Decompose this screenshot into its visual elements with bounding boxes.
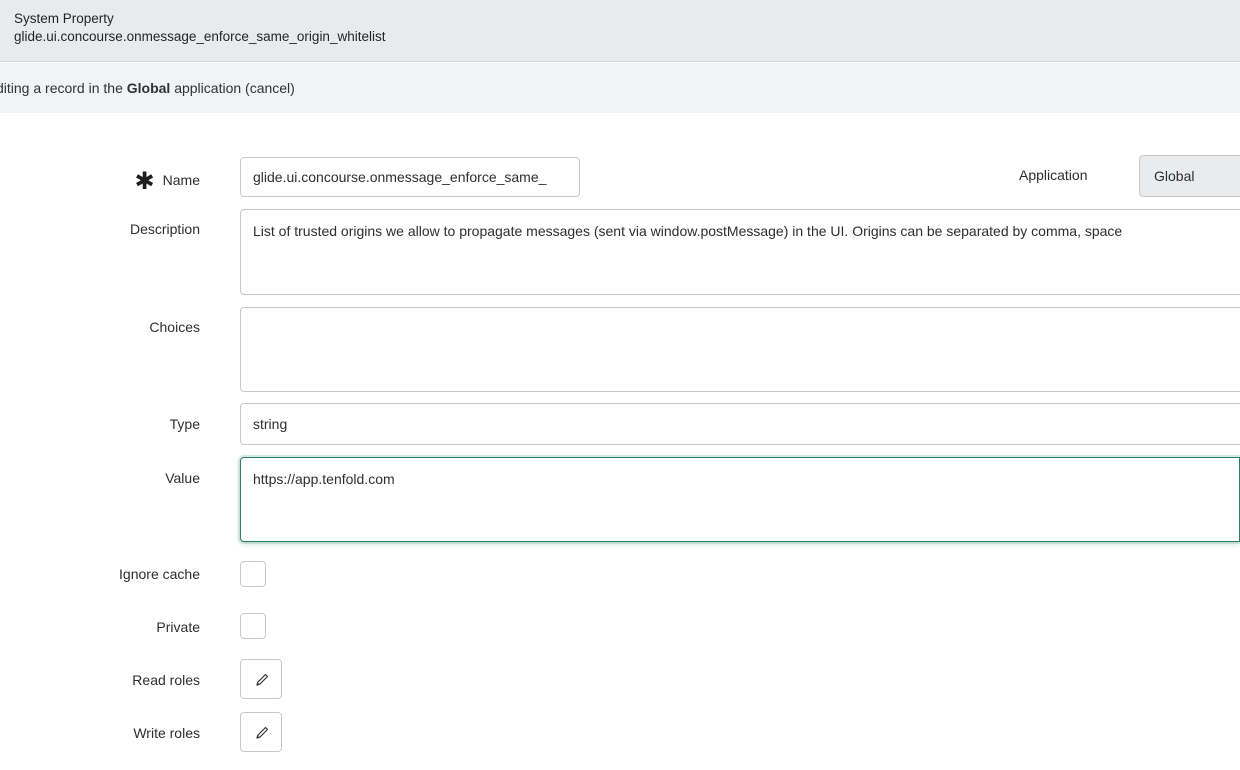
type-field[interactable]: string	[240, 403, 1240, 445]
application-field: Global	[1139, 155, 1240, 197]
record-name-subtitle: glide.ui.concourse.onmessage_enforce_sam…	[14, 29, 386, 44]
pencil-icon	[256, 673, 269, 686]
page-header: System Property glide.ui.concourse.onmes…	[0, 0, 1240, 62]
banner-app-name: Global	[126, 80, 171, 96]
read-roles-label: Read roles	[132, 672, 200, 688]
pencil-icon	[256, 726, 269, 739]
read-roles-edit-button[interactable]	[240, 659, 282, 699]
name-label-text: Name	[162, 172, 200, 188]
choices-textarea[interactable]	[240, 307, 1240, 392]
choices-label: Choices	[149, 319, 200, 335]
ignore-cache-checkbox[interactable]	[240, 561, 266, 587]
ignore-cache-label: Ignore cache	[119, 566, 200, 582]
private-checkbox[interactable]	[240, 613, 266, 639]
banner-prefix-text: diting a record in the	[0, 80, 127, 96]
value-label: Value	[165, 470, 200, 486]
write-roles-label: Write roles	[133, 725, 200, 741]
value-textarea[interactable]: https://app.tenfold.com	[240, 457, 1240, 542]
description-textarea[interactable]: List of trusted origins we allow to prop…	[240, 209, 1240, 295]
description-label: Description	[129, 221, 200, 237]
write-roles-edit-button[interactable]	[240, 712, 282, 752]
name-label: ✱ Name	[135, 167, 200, 196]
banner-suffix-text: application	[170, 80, 246, 96]
editing-banner: diting a record in the Global applicatio…	[0, 63, 1240, 113]
type-label: Type	[169, 416, 200, 432]
required-asterisk-icon: ✱	[134, 168, 155, 195]
private-label: Private	[156, 619, 200, 635]
name-field[interactable]: glide.ui.concourse.onmessage_enforce_sam…	[240, 157, 580, 197]
cancel-link[interactable]: (cancel)	[245, 80, 295, 96]
record-type-title: System Property	[14, 11, 114, 26]
application-label: Application	[1019, 167, 1088, 183]
